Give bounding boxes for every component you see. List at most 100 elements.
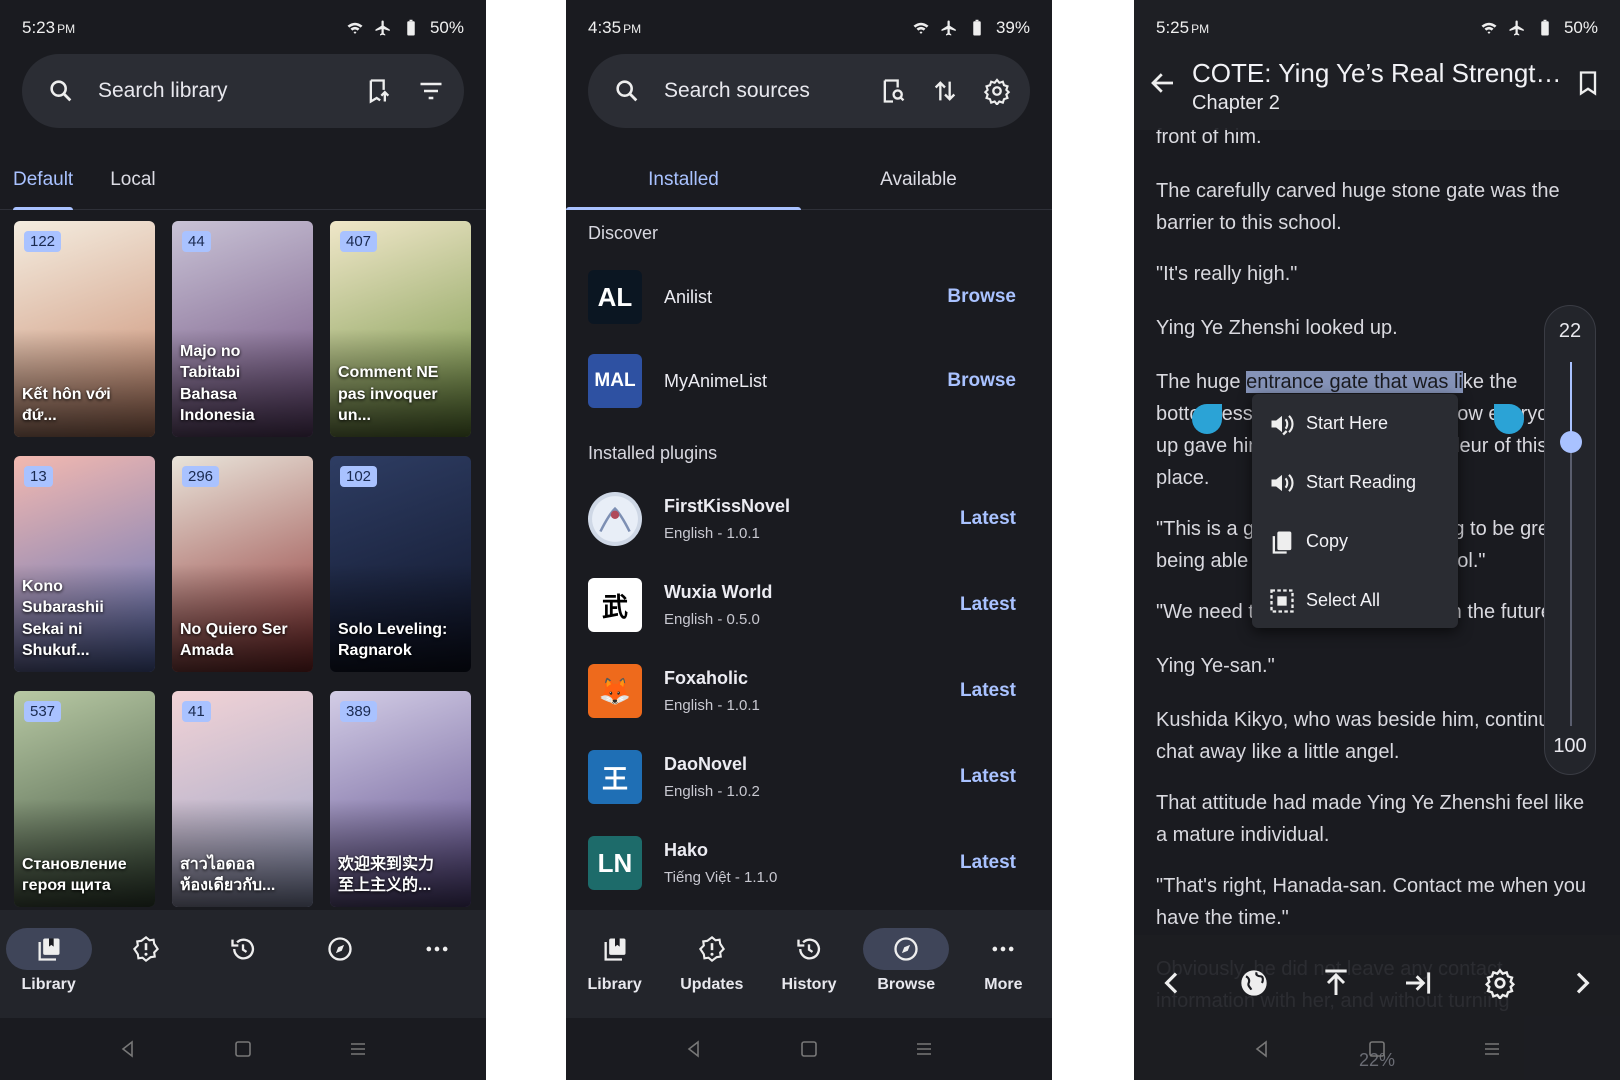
nav-more[interactable] — [389, 910, 486, 1018]
latest-button[interactable]: Latest — [960, 680, 1016, 702]
search-icon[interactable] — [612, 76, 642, 106]
latest-button[interactable]: Latest — [960, 852, 1016, 874]
nav-history[interactable] — [194, 910, 291, 1018]
menu-item-select-all[interactable]: Select All — [1252, 571, 1458, 630]
search-icon[interactable] — [46, 76, 76, 106]
latest-button[interactable]: Latest — [960, 766, 1016, 788]
previous-chapter-icon[interactable] — [1156, 967, 1188, 999]
library-item[interactable]: 296 No Quiero Ser Amada — [172, 456, 313, 672]
back-nav-icon[interactable] — [684, 1039, 704, 1059]
discover-source-row[interactable]: AL Anilist Browse — [588, 266, 1016, 328]
library-item[interactable]: 13 Kono Subarashii Sekai ni Shukuf... — [14, 456, 155, 672]
tab-local[interactable]: Local — [110, 150, 155, 209]
chapter-paragraph[interactable]: "It's really high." — [1156, 258, 1596, 290]
selection-end-handle[interactable] — [1494, 404, 1524, 434]
plugin-row[interactable]: 王 DaoNovel English - 1.0.2 Latest — [588, 746, 1016, 808]
recents-nav-icon[interactable] — [1482, 1039, 1502, 1059]
chapter-paragraph[interactable]: Kushida Kikyo, who was beside him, conti… — [1156, 704, 1596, 768]
recents-nav-icon[interactable] — [348, 1039, 368, 1059]
library-item[interactable]: 102 Solo Leveling: Ragnarok — [330, 456, 471, 672]
nav-label: Updates — [680, 976, 744, 993]
tab-available[interactable]: Available — [801, 150, 1036, 209]
status-ampm: PM — [57, 22, 76, 36]
nav-updates[interactable]: Updates — [663, 910, 760, 1018]
filter-icon[interactable] — [416, 76, 446, 106]
library-item[interactable]: 537 Становление героя щита — [14, 691, 155, 907]
back-arrow-icon[interactable] — [1148, 68, 1178, 98]
source-logo: 🦊 — [588, 664, 642, 718]
tab-installed[interactable]: Installed — [566, 150, 801, 210]
chapter-paragraph[interactable]: That attitude had made Ying Ye Zhenshi f… — [1156, 787, 1596, 851]
library-item[interactable]: 389 欢迎来到实力 至上主义的... — [330, 691, 471, 907]
search-input[interactable]: Search sources — [664, 79, 856, 103]
library-item[interactable]: 41 สาวไอดอล ห้องเดียวกับ... — [172, 691, 313, 907]
status-bar: 5:23 PM 50% — [0, 0, 486, 56]
latest-button[interactable]: Latest — [960, 594, 1016, 616]
library-item[interactable]: 44 Majo no Tabitabi Bahasa Indonesia — [172, 221, 313, 437]
globe-icon[interactable] — [1238, 967, 1270, 999]
menu-item-start-reading[interactable]: Start Reading — [1252, 453, 1458, 512]
unread-count-badge: 537 — [24, 701, 62, 722]
menu-item-copy[interactable]: Copy — [1252, 512, 1458, 571]
library-item[interactable]: 122 Kết hôn với đứ... — [14, 221, 155, 437]
plugin-language-version: English - 0.5.0 — [664, 611, 760, 628]
menu-item-start-here[interactable]: Start Here — [1252, 394, 1458, 453]
battery-level: 39% — [995, 18, 1030, 37]
search-input[interactable]: Search library — [98, 79, 342, 103]
nav-library[interactable]: Library — [566, 910, 663, 1018]
slider-thumb[interactable] — [1560, 431, 1582, 454]
source-logo-text: LN — [597, 847, 633, 878]
battery-icon — [407, 19, 415, 36]
plugin-row[interactable]: 🦊 Foxaholic English - 1.0.1 Latest — [588, 660, 1016, 722]
plugin-row[interactable]: 武 Wuxia World English - 0.5.0 Latest — [588, 574, 1016, 636]
bookmark-icon[interactable] — [1574, 68, 1602, 98]
next-chapter-icon[interactable] — [1566, 967, 1598, 999]
nav-browse[interactable]: Browse — [858, 910, 955, 1018]
selected-text[interactable]: entrance gate that was li — [1246, 371, 1463, 393]
nav-label: Library — [587, 976, 642, 993]
home-nav-icon[interactable] — [1367, 1039, 1387, 1059]
nav-updates[interactable] — [97, 910, 194, 1018]
library-grid: 122 Kết hôn với đứ... 44 Majo no Tabitabi… — [14, 221, 474, 907]
plugin-language-version: English - 1.0.2 — [664, 783, 760, 800]
more-icon — [394, 928, 480, 970]
status-ampm: PM — [1191, 22, 1210, 36]
nav-library[interactable]: Library — [0, 910, 97, 1018]
tts-here-icon — [1268, 410, 1306, 438]
nav-label: Browse — [877, 976, 936, 993]
update-library-icon[interactable] — [364, 76, 394, 106]
nav-history[interactable]: History — [760, 910, 857, 1018]
migrate-icon[interactable] — [930, 76, 960, 106]
chapter-paragraph[interactable]: Ying Ye Zhenshi looked up. — [1156, 312, 1596, 344]
plugin-row[interactable]: LN Hako Tiếng Việt - 1.1.0 Latest — [588, 832, 1016, 894]
auto-scroll-icon[interactable] — [1402, 967, 1434, 999]
selection-start-handle[interactable] — [1192, 404, 1222, 434]
latest-button[interactable]: Latest — [960, 508, 1016, 530]
nav-browse[interactable] — [292, 910, 389, 1018]
home-nav-icon[interactable] — [799, 1039, 819, 1059]
plugin-row[interactable]: FirstKissNovel English - 1.0.1 Latest — [588, 488, 1016, 550]
back-nav-icon[interactable] — [118, 1039, 138, 1059]
settings-gear-icon[interactable] — [1484, 967, 1516, 999]
tab-default[interactable]: Default — [13, 150, 74, 210]
reader-screen: front of him. The carefully carved huge s… — [1134, 0, 1620, 1080]
global-search-icon[interactable] — [878, 76, 908, 106]
nav-more[interactable]: More — [955, 910, 1052, 1018]
history-icon — [766, 928, 852, 970]
library-item[interactable]: 407 Comment NE pas invoquer un... — [330, 221, 471, 437]
chapter-paragraph[interactable]: "That's right, Hanada-san. Contact me wh… — [1156, 870, 1596, 934]
home-nav-icon[interactable] — [233, 1039, 253, 1059]
settings-gear-icon[interactable] — [982, 76, 1012, 106]
chapter-paragraph[interactable]: Ying Ye-san." — [1156, 650, 1596, 682]
recents-nav-icon[interactable] — [914, 1039, 934, 1059]
sources-search-bar[interactable]: Search sources — [588, 54, 1030, 128]
back-nav-icon[interactable] — [1252, 1039, 1272, 1059]
library-search-bar[interactable]: Search library — [22, 54, 464, 128]
status-ampm: PM — [623, 22, 642, 36]
chapter-paragraph[interactable]: The carefully carved huge stone gate was… — [1156, 175, 1596, 239]
browse-button[interactable]: Browse — [947, 370, 1016, 392]
discover-source-row[interactable]: MAL MyAnimeList Browse — [588, 350, 1016, 412]
scroll-to-top-icon[interactable] — [1320, 967, 1352, 999]
browse-button[interactable]: Browse — [947, 286, 1016, 308]
tts-speed-slider[interactable]: 22 100 — [1544, 305, 1596, 775]
